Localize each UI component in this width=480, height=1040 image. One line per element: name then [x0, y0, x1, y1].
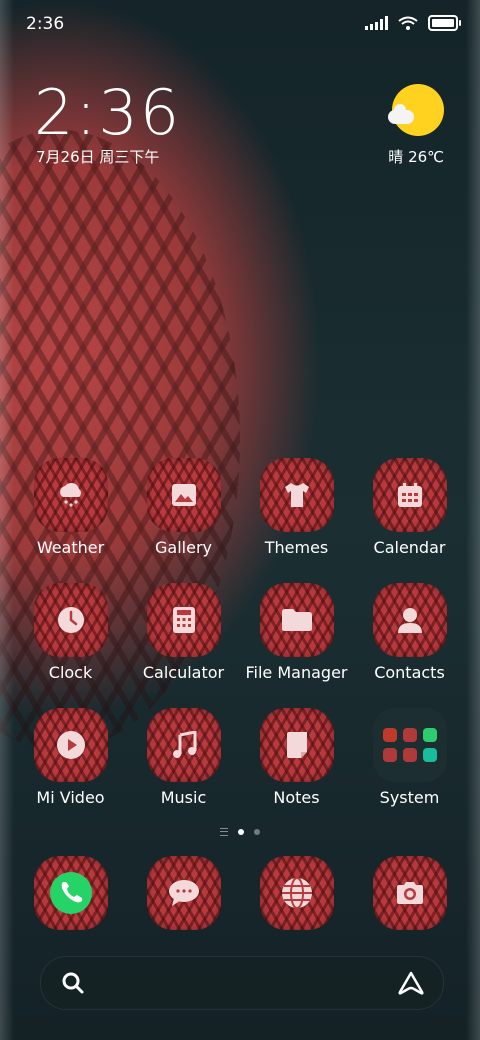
app-label: Themes — [264, 538, 329, 557]
app-label: Calculator — [142, 663, 225, 682]
camera-icon — [396, 882, 423, 904]
status-time: 2:36 — [26, 14, 65, 34]
calculator-icon — [172, 607, 195, 633]
dock-phone[interactable] — [14, 856, 127, 930]
weather-widget[interactable]: 晴 26℃ — [388, 84, 444, 167]
app-label: Music — [160, 788, 207, 807]
video-icon — [402, 728, 417, 742]
page-indicator[interactable] — [0, 828, 480, 836]
gmail-icon — [382, 728, 397, 742]
app-calendar[interactable]: Calendar — [353, 458, 466, 557]
app-label: Notes — [273, 788, 320, 807]
app-file-manager[interactable]: File Manager — [240, 583, 353, 682]
page-dot-active — [238, 829, 244, 835]
app-music[interactable]: Music — [127, 708, 240, 807]
dock-camera[interactable] — [353, 856, 466, 930]
app-label: Calendar — [373, 538, 446, 557]
dock-browser[interactable] — [240, 856, 353, 930]
screen-edge-left — [0, 0, 14, 1040]
security-icon — [422, 748, 437, 762]
folder-icon — [281, 609, 312, 631]
compass-icon — [402, 748, 417, 762]
status-bar: 2:36 — [0, 0, 480, 50]
app-folder-system[interactable]: System — [353, 708, 466, 807]
app-themes[interactable]: Themes — [240, 458, 353, 557]
person-icon — [397, 608, 422, 633]
app-mi-video[interactable]: Mi Video — [14, 708, 127, 807]
search-bar[interactable] — [40, 956, 444, 1010]
menu-icon — [220, 828, 228, 836]
recorder-icon — [382, 748, 397, 762]
dock-messages[interactable] — [127, 856, 240, 930]
weather-text: 晴 26℃ — [388, 148, 444, 166]
app-weather[interactable]: Weather — [14, 458, 127, 557]
play-icon — [56, 731, 85, 759]
music-note-icon — [172, 731, 196, 758]
app-label: File Manager — [245, 663, 348, 682]
globe-icon — [281, 877, 312, 909]
app-label: Mi Video — [36, 788, 105, 807]
note-icon — [286, 732, 307, 758]
cloud-snow-icon — [59, 482, 81, 507]
image-icon — [171, 484, 196, 506]
android-icon — [422, 728, 437, 742]
app-label: Clock — [48, 663, 93, 682]
home-clock[interactable]: 2:36 — [34, 76, 181, 149]
home-date: 7月26日 周三下午 — [36, 148, 160, 166]
sunny-icon — [388, 84, 444, 136]
app-calculator[interactable]: Calculator — [127, 583, 240, 682]
app-label: System — [379, 788, 440, 807]
wifi-icon — [398, 16, 418, 30]
app-clock[interactable]: Clock — [14, 583, 127, 682]
app-contacts[interactable]: Contacts — [353, 583, 466, 682]
folder-group-icon — [372, 708, 447, 782]
assistant-icon[interactable] — [397, 971, 425, 995]
page-dot — [254, 829, 260, 835]
app-label: Gallery — [155, 538, 212, 557]
screen-edge-right — [466, 0, 480, 1040]
message-icon — [168, 880, 199, 906]
app-label: Weather — [36, 538, 105, 557]
phone-icon — [49, 872, 92, 914]
app-label: Contacts — [374, 663, 445, 682]
app-gallery[interactable]: Gallery — [127, 458, 240, 557]
search-icon — [62, 972, 84, 994]
status-icons — [365, 15, 461, 31]
app-notes[interactable]: Notes — [240, 708, 353, 807]
battery-icon — [428, 15, 461, 31]
tshirt-icon — [284, 483, 309, 507]
clock-icon — [57, 607, 84, 633]
signal-icon — [365, 16, 388, 30]
calendar-icon — [397, 483, 422, 507]
